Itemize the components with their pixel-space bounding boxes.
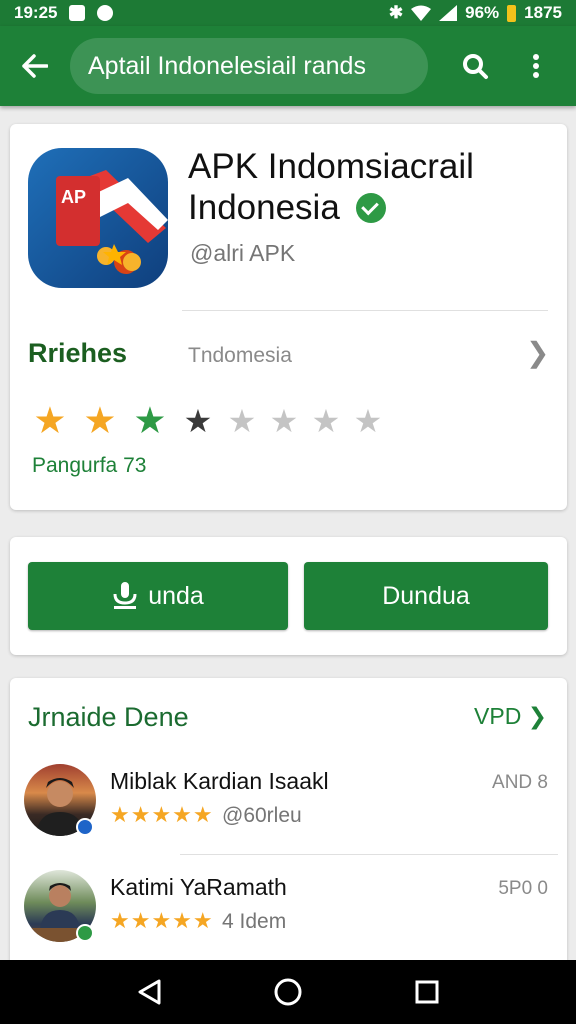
divider [180, 854, 558, 855]
back-button[interactable] [0, 26, 70, 106]
wifi-icon [411, 5, 432, 21]
category-label: Rriehes [28, 338, 128, 368]
divider [182, 310, 548, 311]
battery-icon [507, 4, 517, 22]
review-date: 5P0 0 [498, 878, 548, 899]
search-button[interactable] [440, 26, 510, 106]
nav-home-button[interactable] [258, 962, 318, 1022]
nav-recents-button[interactable] [397, 962, 457, 1022]
verified-icon [355, 192, 386, 223]
open-label: Dundua [382, 581, 470, 610]
verified-badge-icon [76, 924, 94, 942]
status-time: 19:25 [14, 3, 58, 22]
nav-back-icon [138, 979, 161, 1005]
nav-back-button[interactable] [119, 962, 179, 1022]
app-title: APK Indomsiacrail Indonesia [188, 146, 567, 228]
app-logo-graphic: AP [56, 170, 168, 274]
nav-recents-icon [415, 980, 439, 1004]
reviews-card: Jrnaide Dene VPD ❯ Miblak Kardian Isaakl… [10, 678, 567, 968]
review-stars: ★★★★★ [110, 908, 214, 933]
star-icon: ★ [83, 400, 117, 441]
signal-icon [439, 5, 458, 21]
rating-stars: ★ ★ ★ ★ ★ ★ ★ ★ [28, 402, 386, 439]
review-item[interactable]: Katimi YaRamath ★★★★★ 4 Idem 5P0 0 [24, 870, 554, 958]
back-arrow-icon [22, 54, 48, 78]
category-value[interactable]: Tndomesia [188, 344, 292, 368]
nav-home-icon [274, 978, 302, 1006]
star-empty-icon: ★ [353, 402, 383, 439]
review-date: AND 8 [492, 772, 548, 793]
open-button[interactable]: Dundua [304, 562, 548, 630]
review-meta: @60rleu [222, 804, 302, 827]
chevron-right-icon[interactable]: ❯ [526, 336, 549, 369]
star-empty-icon: ★ [227, 402, 257, 439]
navigation-bar [0, 960, 576, 1024]
install-button[interactable]: unda [28, 562, 288, 630]
rating-count: Pangurfa 73 [32, 454, 147, 477]
developer-name[interactable]: @alri APK [190, 240, 295, 267]
notification-icon [69, 5, 86, 21]
review-item[interactable]: Miblak Kardian Isaakl ★★★★★ @60rleu AND … [24, 764, 554, 852]
sync-icon [97, 5, 114, 21]
install-label: unda [148, 581, 204, 610]
star-icon: ★ [33, 400, 67, 441]
app-icon-text: AP [61, 187, 86, 207]
app-bar: Aptail Indonelesiail rands [0, 26, 576, 106]
reviews-more-link[interactable]: VPD ❯ [474, 703, 547, 730]
bluetooth-icon: ✱ [388, 3, 404, 22]
star-empty-icon: ★ [311, 402, 341, 439]
search-icon [463, 54, 488, 79]
star-icon: ★ [133, 400, 167, 441]
status-clock-right: 1875 [524, 3, 562, 22]
review-stars: ★★★★★ [110, 802, 214, 827]
review-meta: 4 Idem [222, 910, 287, 933]
reviewer-name: Katimi YaRamath [110, 874, 287, 900]
app-icon[interactable]: AP [28, 148, 168, 288]
more-vert-icon [533, 54, 539, 78]
search-input[interactable]: Aptail Indonelesiail rands [70, 38, 428, 94]
reviewer-name: Miblak Kardian Isaakl [110, 768, 329, 794]
app-info-card: AP APK Indomsiacrail Indonesia @alri APK… [10, 124, 567, 510]
actions-card: unda Dundua [10, 537, 567, 655]
reviews-title: Jrnaide Dene [28, 702, 189, 732]
reviews-more-label: VPD [474, 703, 522, 729]
verified-badge-icon [76, 818, 94, 836]
more-options-button[interactable] [510, 26, 562, 106]
star-icon: ★ [183, 402, 213, 439]
star-empty-icon: ★ [269, 402, 299, 439]
app-title-text: APK Indomsiacrail Indonesia [188, 147, 474, 227]
chevron-right-icon: ❯ [527, 703, 547, 729]
download-icon [113, 582, 137, 609]
battery-percent: 96% [465, 3, 500, 22]
status-bar: 19:25 ✱ 96% 1875 [0, 0, 576, 26]
